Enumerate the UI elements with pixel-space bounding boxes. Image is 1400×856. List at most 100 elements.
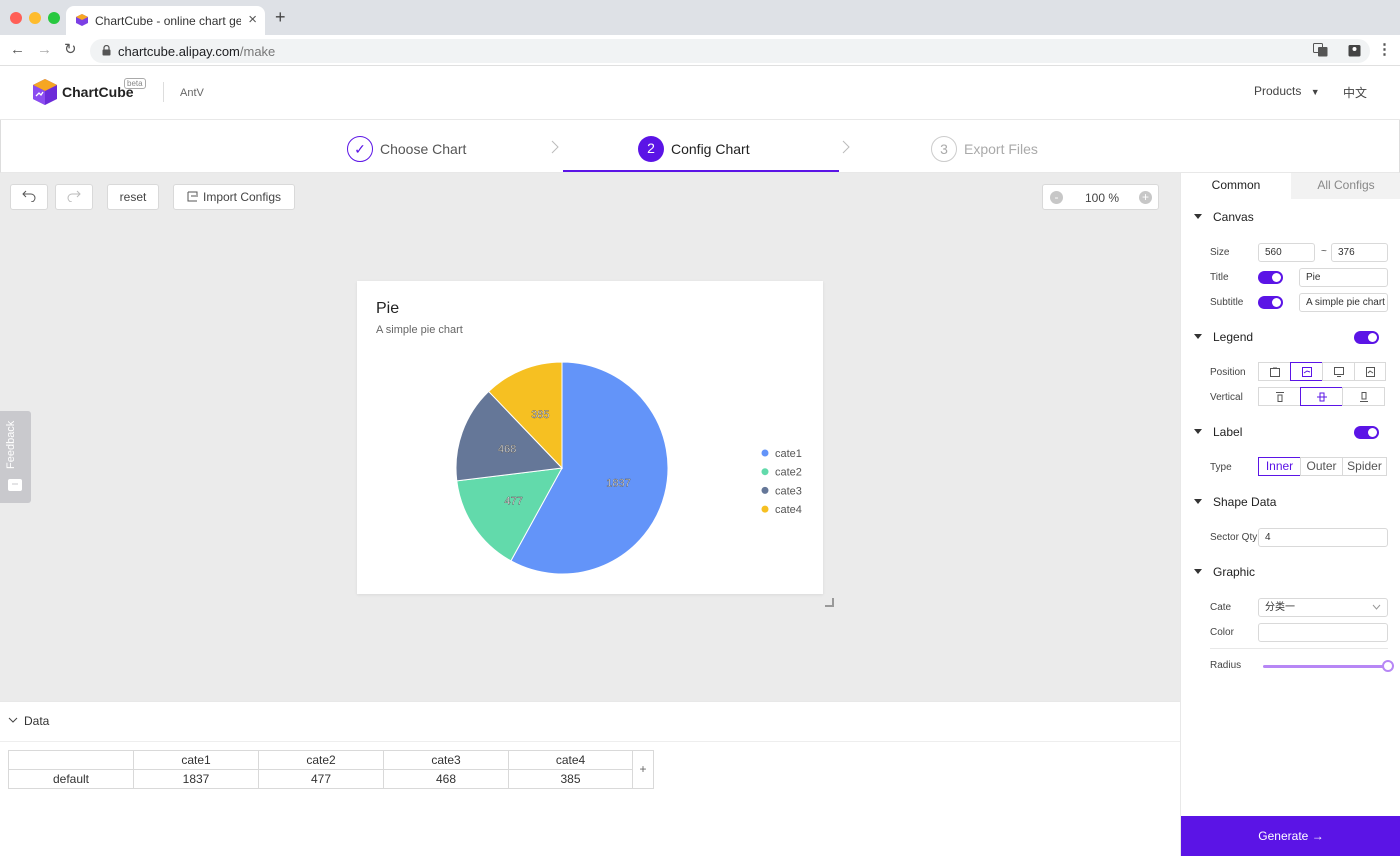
legend-position-bottom[interactable] <box>1322 362 1355 381</box>
pie-data-label: 468 <box>498 443 516 455</box>
radius-slider-thumb[interactable] <box>1382 660 1394 672</box>
resize-handle-icon[interactable] <box>824 597 834 607</box>
pie-chart[interactable]: 1837 477 468 385 cate1 cate2 cate3 cate4 <box>357 281 823 594</box>
legend-position-right[interactable] <box>1290 362 1323 381</box>
pie-data-label: 385 <box>531 409 549 421</box>
legend-toggle[interactable] <box>1354 331 1379 344</box>
legend-item-cate2[interactable]: cate2 <box>775 467 802 479</box>
window-minimize-dot[interactable] <box>29 12 41 24</box>
zoom-out-icon[interactable]: - <box>1050 191 1063 204</box>
vertical-label: Vertical <box>1210 392 1243 403</box>
section-legend-label: Legend <box>1213 330 1254 344</box>
back-icon[interactable]: ← <box>10 41 25 59</box>
step-label: Export Files <box>964 141 1038 157</box>
products-menu[interactable]: Products ▼ <box>1254 84 1320 98</box>
zoom-in-icon[interactable]: + <box>1139 191 1152 204</box>
cate-select-value: 分类一 <box>1265 602 1295 613</box>
header-divider <box>163 82 164 102</box>
data-panel-header[interactable]: Data <box>0 702 1180 742</box>
table-header-cell[interactable] <box>8 750 134 770</box>
color-label: Color <box>1210 627 1234 638</box>
legend-position-left[interactable] <box>1354 362 1386 381</box>
table-header-cell[interactable]: cate2 <box>258 750 384 770</box>
table-cell[interactable]: 477 <box>258 769 384 789</box>
table-header-cell[interactable]: cate1 <box>133 750 259 770</box>
caret-down-icon <box>1194 214 1202 219</box>
window-maximize-dot[interactable] <box>48 12 60 24</box>
chevron-down-icon <box>8 717 18 723</box>
legend-marker[interactable] <box>761 486 769 494</box>
subtitle-toggle[interactable] <box>1258 296 1283 309</box>
vertical-align-top[interactable] <box>1258 387 1301 406</box>
vertical-align-bottom[interactable] <box>1342 387 1385 406</box>
caret-down-icon <box>1194 334 1202 339</box>
section-shape-data-label: Shape Data <box>1213 495 1277 509</box>
graphic-divider <box>1210 648 1388 649</box>
generate-button[interactable]: Generate → <box>1181 816 1400 856</box>
caret-down-icon <box>1194 499 1202 504</box>
table-header-cell[interactable]: cate4 <box>508 750 633 770</box>
add-column-button[interactable]: + <box>632 750 654 789</box>
title-input[interactable]: Pie <box>1299 268 1388 287</box>
chartcube-logo-icon[interactable] <box>32 78 58 106</box>
label-toggle[interactable] <box>1354 426 1379 439</box>
feedback-tab[interactable]: Feedback <box>0 411 31 503</box>
antv-link[interactable]: AntV <box>180 87 204 99</box>
window-close-dot[interactable] <box>10 12 22 24</box>
width-input[interactable]: 560 <box>1258 243 1315 262</box>
label-type-outer[interactable]: Outer <box>1300 457 1343 476</box>
section-graphic[interactable]: Graphic <box>1194 565 1255 579</box>
legend-position-top[interactable] <box>1258 362 1291 381</box>
section-legend[interactable]: Legend <box>1194 330 1253 344</box>
language-switch[interactable]: 中文 <box>1343 84 1367 101</box>
color-input[interactable] <box>1258 623 1388 642</box>
legend-marker[interactable] <box>761 449 769 457</box>
radius-slider-track[interactable] <box>1263 665 1388 668</box>
subtitle-input[interactable]: A simple pie chart <box>1299 293 1388 312</box>
cate-select[interactable]: 分类一 <box>1258 598 1388 617</box>
forward-icon[interactable]: → <box>37 41 52 59</box>
label-type-inner[interactable]: Inner <box>1258 457 1301 476</box>
table-header-cell[interactable]: cate3 <box>383 750 509 770</box>
browser-tab[interactable]: ChartCube - online chart generator × <box>66 6 265 35</box>
import-configs-label: Import Configs <box>202 190 282 204</box>
vertical-align-middle[interactable] <box>1300 387 1343 406</box>
url-field[interactable]: chartcube.alipay.com/make <box>90 39 1370 63</box>
reset-button[interactable]: reset <box>107 184 159 210</box>
sector-qty-input[interactable]: 4 <box>1258 528 1388 547</box>
section-label[interactable]: Label <box>1194 425 1242 439</box>
import-configs-button[interactable]: Import Configs <box>173 184 295 210</box>
active-step-underline <box>563 170 839 172</box>
height-input[interactable]: 376 <box>1331 243 1388 262</box>
browser-menu-icon[interactable]: ⋮ <box>1377 41 1392 59</box>
table-cell[interactable]: 1837 <box>133 769 259 789</box>
chevron-down-icon <box>1372 604 1381 610</box>
title-toggle[interactable] <box>1258 271 1283 284</box>
legend-marker[interactable] <box>761 468 769 476</box>
tab-all-configs[interactable]: All Configs <box>1291 173 1400 199</box>
legend-item-cate1[interactable]: cate1 <box>775 448 802 460</box>
translate-icon[interactable] <box>1313 43 1328 57</box>
table-cell[interactable]: 468 <box>383 769 509 789</box>
chart-card[interactable]: Pie A simple pie chart 1837 477 468 385 cate… <box>357 281 823 594</box>
tab-common[interactable]: Common <box>1181 173 1291 199</box>
new-tab-icon[interactable]: + <box>275 8 286 26</box>
profile-icon[interactable] <box>1348 43 1361 57</box>
label-type-spider[interactable]: Spider <box>1342 457 1387 476</box>
tab-title: ChartCube - online chart generator <box>95 14 241 28</box>
legend-item-cate3[interactable]: cate3 <box>775 485 802 497</box>
undo-button[interactable] <box>10 184 48 210</box>
legend-marker[interactable] <box>761 505 769 513</box>
caret-down-icon <box>1194 569 1202 574</box>
caret-down-icon: ▼ <box>1310 87 1320 97</box>
section-canvas[interactable]: Canvas <box>1194 210 1254 224</box>
zoom-value: 100 % <box>1085 191 1120 205</box>
redo-button[interactable] <box>55 184 93 210</box>
tab-close-icon[interactable]: × <box>248 11 257 28</box>
table-cell[interactable]: 385 <box>508 769 633 789</box>
legend-item-cate4[interactable]: cate4 <box>775 504 802 516</box>
align-top-icon <box>1275 392 1284 402</box>
table-cell[interactable]: default <box>8 769 134 789</box>
section-shape-data[interactable]: Shape Data <box>1194 495 1276 509</box>
reload-icon[interactable]: ↻ <box>64 41 77 59</box>
